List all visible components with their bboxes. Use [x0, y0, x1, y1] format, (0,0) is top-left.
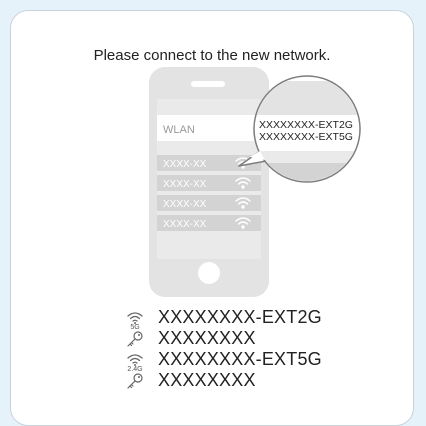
info-row-ssid-5g: 5G XXXXXXXX-EXT2G: [124, 307, 404, 331]
wlan-label: WLAN: [163, 124, 195, 136]
bubble-ssid-2: XXXXXXXX-EXT5G: [259, 131, 353, 143]
wifi-icon: 5G: [124, 308, 146, 331]
ssid-text: XXXXXXXX-EXT5G: [158, 349, 322, 369]
bubble-ssid-1: XXXXXXXX-EXT2G: [259, 119, 353, 131]
key-icon: [124, 329, 146, 349]
wifi-icon: 2.4G: [124, 350, 146, 373]
network-name: XXXX-XX: [163, 199, 207, 210]
network-name: XXXX-XX: [163, 179, 207, 190]
ssid-text: XXXXXXXX-EXT2G: [158, 307, 322, 327]
phone-illustration: WLAN XXXX-XX XXXX-XX XXXX-XX XXXX-XX XXX…: [149, 67, 361, 297]
network-info-list: 5G XXXXXXXX-EXT2G XXXXXXXX 2.4G XXXXXXXX…: [124, 307, 404, 391]
phone-speaker: [191, 81, 225, 87]
password-text: XXXXXXXX: [158, 328, 256, 348]
key-icon: [124, 371, 146, 391]
info-row-password: XXXXXXXX: [124, 370, 404, 391]
password-text: XXXXXXXX: [158, 370, 256, 390]
info-row-password: XXXXXXXX: [124, 328, 404, 349]
instruction-card: Please connect to the new network. WLAN …: [10, 10, 414, 426]
home-button: [198, 262, 220, 284]
info-row-ssid-24g: 2.4G XXXXXXXX-EXT5G: [124, 349, 404, 373]
network-name: XXXX-XX: [163, 159, 207, 170]
network-name: XXXX-XX: [163, 219, 207, 230]
